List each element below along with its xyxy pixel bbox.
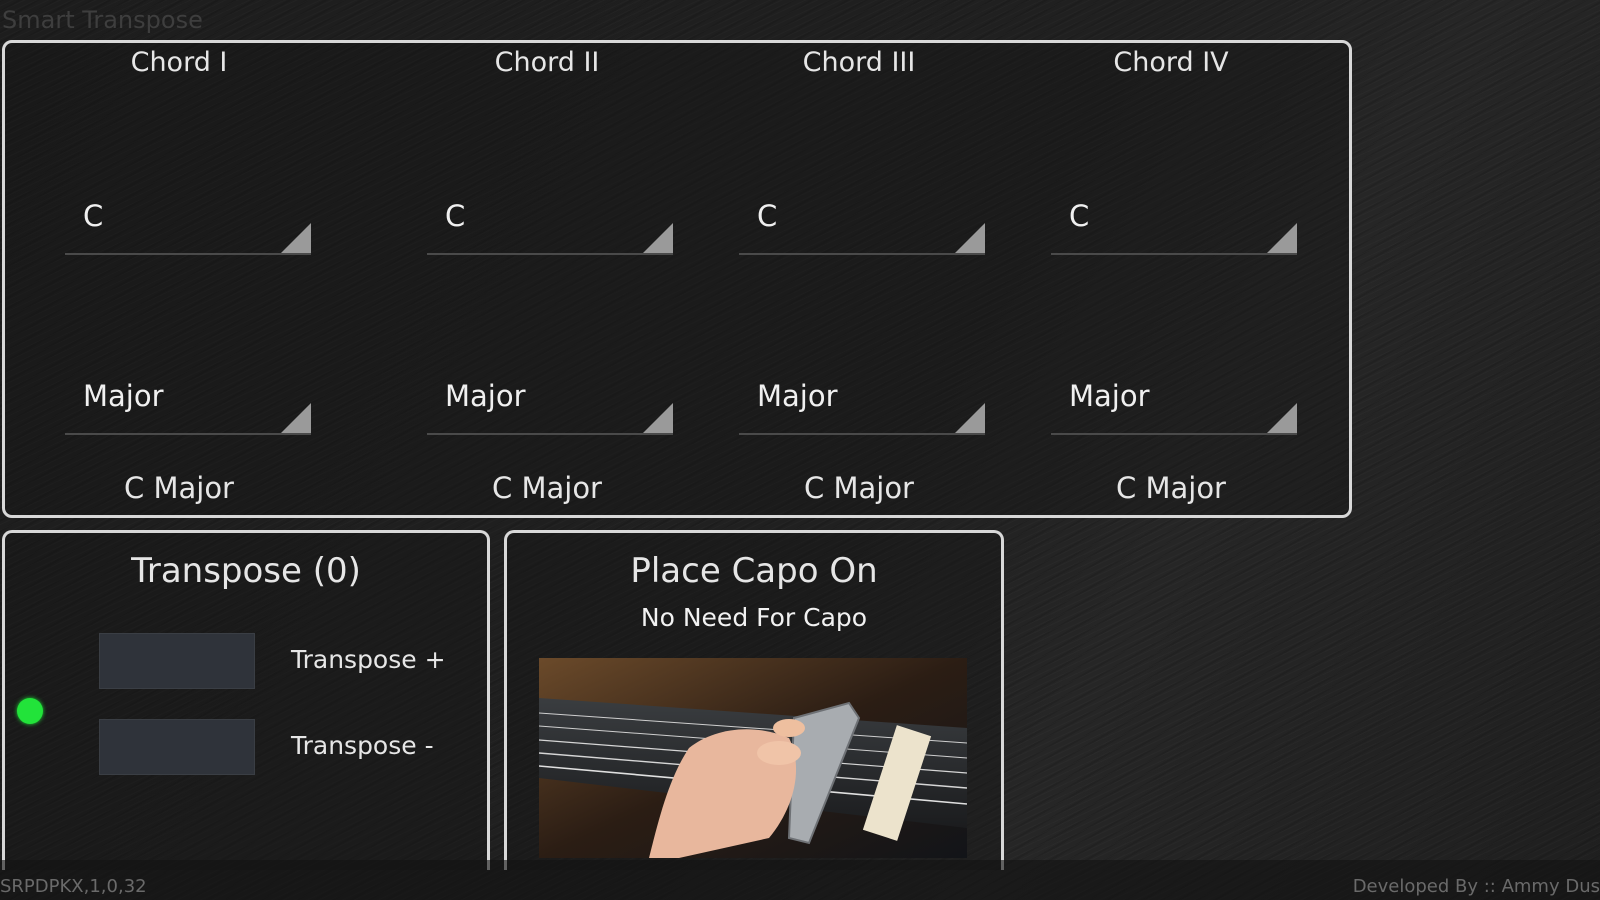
version-text: SRPDPKX,1,0,32	[0, 876, 147, 897]
chord-note-value: C	[1069, 199, 1090, 233]
chord-note-select[interactable]: C	[739, 193, 985, 255]
chord-column-2: Chord II C Major C Major	[397, 43, 697, 515]
chord-note-select[interactable]: C	[65, 193, 311, 255]
chord-title: Chord I	[130, 47, 228, 78]
transpose-minus-button[interactable]	[99, 719, 255, 775]
developer-credit: Developed By :: Ammy Dus	[1352, 876, 1600, 897]
chord-quality-select[interactable]: Major	[65, 373, 311, 435]
transpose-plus-label: Transpose +	[291, 645, 446, 674]
chord-quality-value: Major	[445, 379, 526, 413]
chord-note-select[interactable]: C	[427, 193, 673, 255]
chord-column-3: Chord III C Major C Major	[709, 43, 1009, 515]
app-title: Smart Transpose	[2, 6, 203, 34]
chord-note-value: C	[83, 199, 104, 233]
chord-quality-value: Major	[1069, 379, 1150, 413]
chord-quality-select[interactable]: Major	[427, 373, 673, 435]
transpose-plus-button[interactable]	[99, 633, 255, 689]
chord-quality-select[interactable]: Major	[1051, 373, 1297, 435]
transpose-panel: Transpose (0) Transpose + Transpose -	[2, 530, 490, 870]
chord-result: C Major	[804, 471, 914, 505]
chords-panel: Chord I C Major C Major Chord II C Major…	[2, 40, 1352, 518]
dropdown-arrow-icon	[643, 403, 673, 433]
status-indicator-icon	[17, 698, 43, 724]
dropdown-arrow-icon	[1267, 223, 1297, 253]
dropdown-arrow-icon	[955, 403, 985, 433]
chord-quality-value: Major	[83, 379, 164, 413]
chord-title: Chord II	[494, 47, 600, 78]
chord-note-value: C	[445, 199, 466, 233]
chord-quality-value: Major	[757, 379, 838, 413]
chord-note-value: C	[757, 199, 778, 233]
dropdown-arrow-icon	[281, 223, 311, 253]
chord-result: C Major	[492, 471, 602, 505]
capo-guitar-image	[539, 658, 967, 858]
chord-column-4: Chord IV C Major C Major	[1021, 43, 1321, 515]
dropdown-arrow-icon	[955, 223, 985, 253]
transpose-title: Transpose (0)	[131, 551, 361, 591]
dropdown-arrow-icon	[1267, 403, 1297, 433]
capo-title: Place Capo On	[630, 551, 878, 591]
dropdown-arrow-icon	[281, 403, 311, 433]
chord-result: C Major	[124, 471, 234, 505]
chord-result: C Major	[1116, 471, 1226, 505]
capo-status: No Need For Capo	[640, 603, 868, 632]
chord-quality-select[interactable]: Major	[739, 373, 985, 435]
chord-note-select[interactable]: C	[1051, 193, 1297, 255]
chord-column-1: Chord I C Major C Major	[35, 43, 335, 515]
transpose-minus-label: Transpose -	[291, 731, 434, 760]
capo-panel: Place Capo On No Need For Capo	[504, 530, 1004, 870]
chord-title: Chord IV	[1113, 47, 1229, 78]
chord-title: Chord III	[802, 47, 916, 78]
dropdown-arrow-icon	[643, 223, 673, 253]
